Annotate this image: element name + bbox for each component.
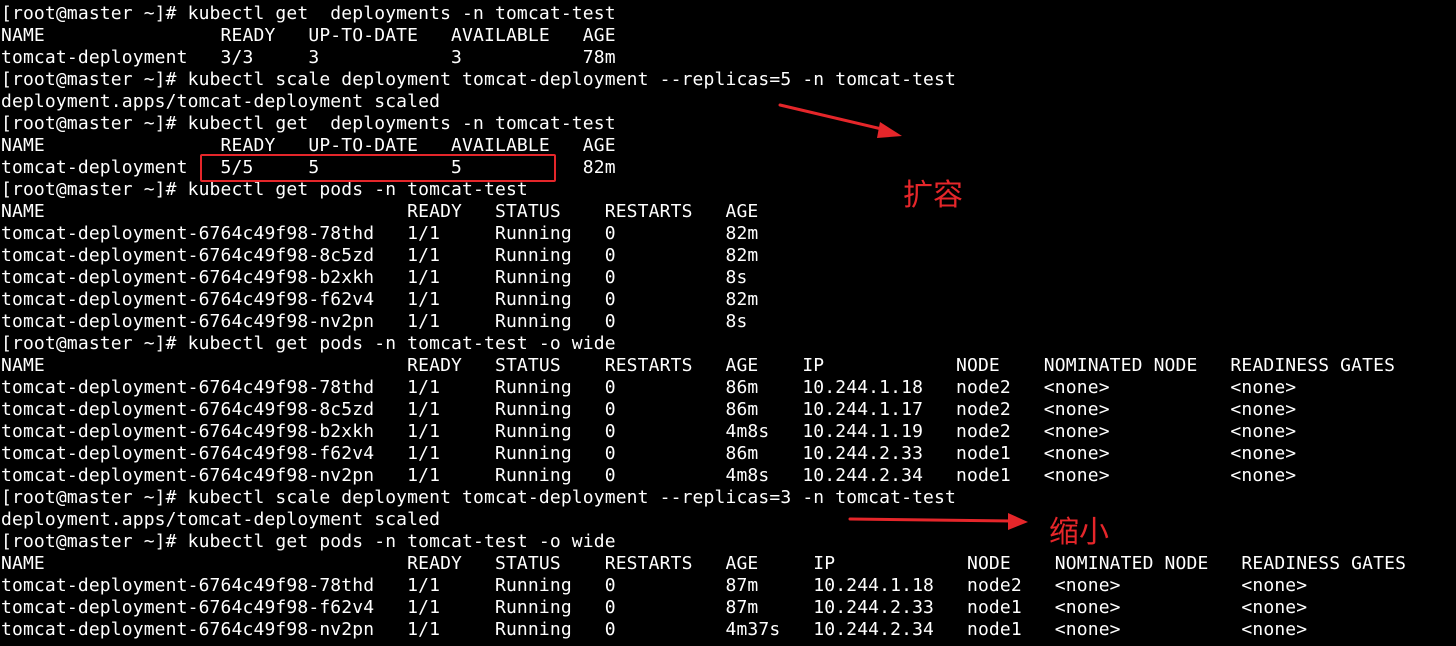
scale-down-label: 缩小	[1049, 515, 1109, 550]
scale-up-arrow-icon	[778, 103, 902, 138]
annotation-arrows	[778, 103, 1028, 530]
scale-up-label: 扩容	[903, 178, 963, 213]
scale-down-arrow-icon	[848, 513, 1028, 530]
